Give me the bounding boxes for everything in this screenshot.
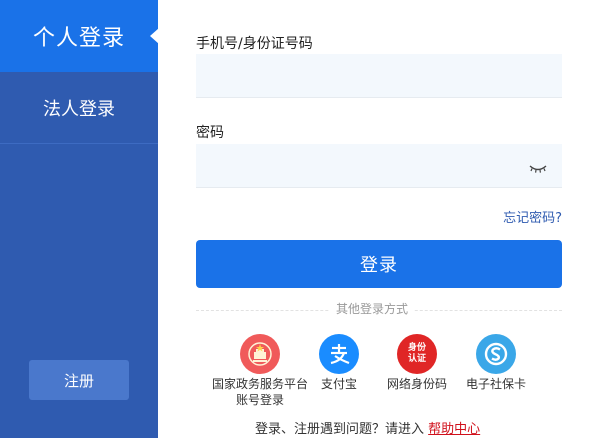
phone-id-label: 手机号/身份证号码 xyxy=(196,36,313,52)
alipay-icon xyxy=(319,334,359,374)
social-security-card-icon xyxy=(476,334,516,374)
tab-personal-login[interactable]: 个人登录 xyxy=(0,0,159,72)
forgot-password-link[interactable]: 忘记密码? xyxy=(503,207,562,226)
help-text: 登录、注册遇到问题？请进入 xyxy=(255,422,425,437)
register-button[interactable]: 注册 xyxy=(29,360,129,400)
login-method-social-security-card-label: 电子社保卡 xyxy=(465,377,526,391)
other-login-title: 其他登录方式 xyxy=(330,300,415,317)
login-button[interactable]: 登录 xyxy=(196,240,562,288)
active-tab-pointer xyxy=(150,28,159,44)
tab-personal-login-label: 个人登录 xyxy=(32,26,125,51)
network-id-icon: 身份 认证 xyxy=(397,334,437,374)
password-input[interactable] xyxy=(196,144,562,188)
help-footer: 登录、注册遇到问题？请进入 帮助中心 xyxy=(255,418,480,437)
help-center-link[interactable]: 帮助中心 xyxy=(428,422,480,437)
eye-closed-icon[interactable] xyxy=(528,164,548,174)
national-emblem-icon xyxy=(240,334,280,374)
login-button-label: 登录 xyxy=(360,255,398,276)
login-type-sidebar: 个人登录 法人登录 注册 xyxy=(0,0,159,438)
tab-legal-login-label: 法人登录 xyxy=(43,98,115,120)
login-method-network-id-label: 网络身份码 xyxy=(386,377,447,391)
tab-legal-login[interactable]: 法人登录 xyxy=(0,72,158,144)
register-button-label: 注册 xyxy=(63,371,94,390)
login-method-alipay-label: 支付宝 xyxy=(320,377,357,391)
login-method-social-security-card[interactable]: 电子社保卡 xyxy=(446,334,546,392)
phone-id-input[interactable] xyxy=(196,54,562,98)
password-label: 密码 xyxy=(196,125,224,141)
